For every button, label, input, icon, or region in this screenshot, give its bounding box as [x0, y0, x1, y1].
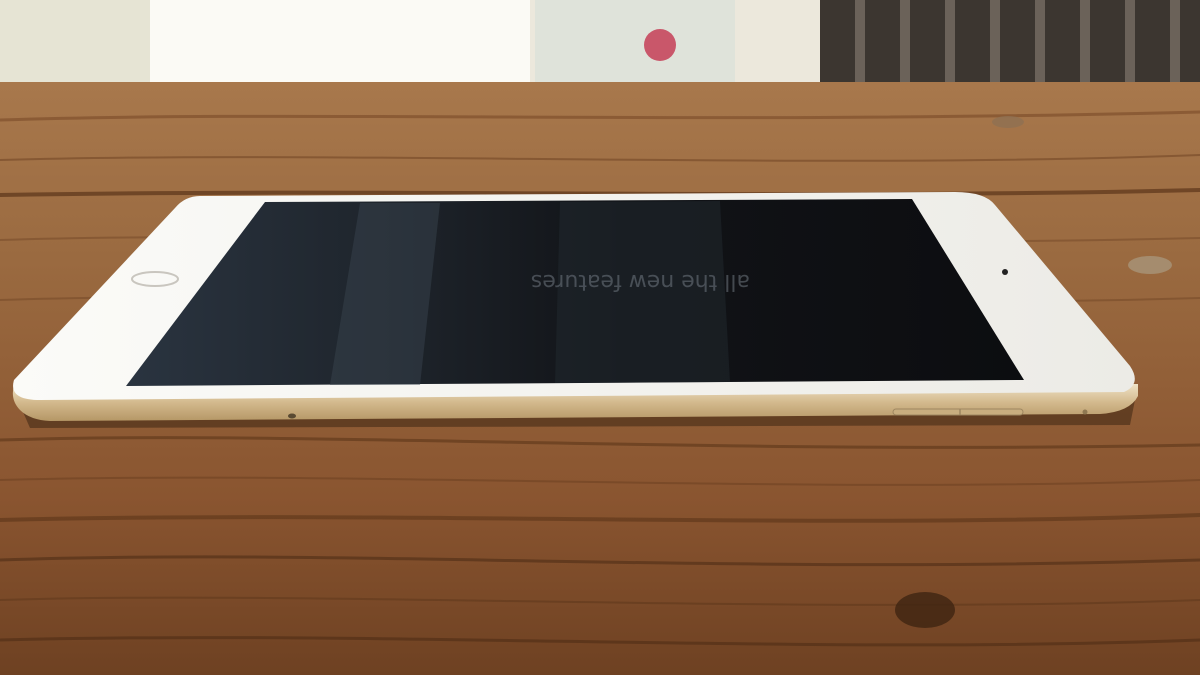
table-nail-head-far [992, 116, 1024, 128]
left-wall [0, 0, 150, 90]
photo-scene: all the new features [0, 0, 1200, 675]
photo-illustration: all the new features [0, 0, 1200, 675]
reflected-text: all the new features [531, 269, 750, 294]
dark-chair-back [820, 0, 1200, 88]
tile-flower-icon [644, 29, 676, 61]
volume-buttons [892, 408, 1024, 416]
wood-knot [895, 592, 955, 628]
side-switch [1082, 409, 1088, 415]
microphone-hole [288, 413, 296, 419]
decorative-tile [535, 0, 735, 88]
window-light [150, 0, 530, 90]
front-camera [1002, 269, 1008, 275]
table-nail-head [1128, 256, 1172, 274]
